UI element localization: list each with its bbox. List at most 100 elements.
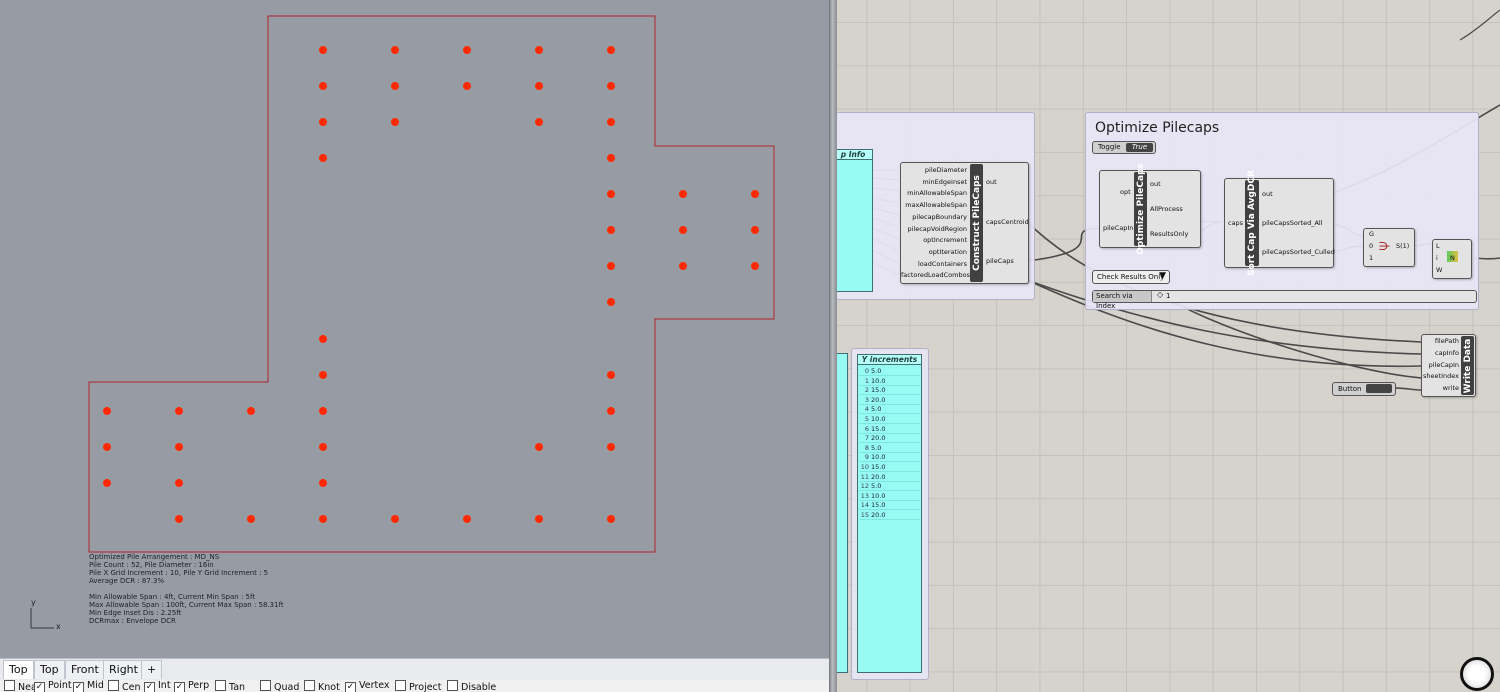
pile-marker bbox=[679, 190, 687, 198]
checkbox-icon[interactable]: ✓ bbox=[174, 682, 185, 692]
snap-tan[interactable]: Tan bbox=[215, 680, 245, 692]
output-results-only[interactable]: ResultsOnly bbox=[1150, 230, 1188, 238]
toggle-value[interactable]: True bbox=[1126, 143, 1153, 152]
input-i[interactable]: i bbox=[1436, 254, 1438, 262]
snap-label: Vertex bbox=[359, 680, 390, 691]
output-out[interactable]: out bbox=[1262, 190, 1273, 198]
snap-knot[interactable]: Knot bbox=[304, 680, 340, 692]
output-sorted-culled[interactable]: pileCapsSorted_Culled bbox=[1262, 248, 1335, 256]
snap-cen[interactable]: Cen bbox=[108, 680, 141, 692]
rhino-viewport[interactable]: Optimized Pile Arrangement : MD_NS Pile … bbox=[0, 0, 829, 692]
checkbox-icon[interactable] bbox=[304, 680, 315, 691]
snap-project[interactable]: Project bbox=[395, 680, 442, 692]
output-out[interactable]: out bbox=[986, 178, 997, 186]
input-write[interactable]: write bbox=[1422, 384, 1459, 392]
write-data-component[interactable]: filePath capInfo pileCapIn sheetIndex wr… bbox=[1421, 334, 1476, 397]
checkbox-icon[interactable] bbox=[4, 680, 15, 691]
optimize-pilecaps-component[interactable]: opt pileCapIn Optimize PileCaps out AllP… bbox=[1099, 163, 1201, 255]
add-tab-button[interactable]: + bbox=[141, 660, 163, 679]
tab-front[interactable]: Front bbox=[65, 660, 105, 679]
gate-component[interactable]: G 0 1 ⋺ S(1) bbox=[1363, 228, 1415, 267]
pile-marker bbox=[535, 443, 543, 451]
pile-marker bbox=[751, 190, 759, 198]
snap-point[interactable]: ✓ Point bbox=[34, 680, 72, 692]
pile-marker bbox=[391, 46, 399, 54]
input-max-allowable-span[interactable]: maxAllowableSpan bbox=[901, 201, 967, 209]
slider-handle-icon[interactable]: ◇ bbox=[1157, 290, 1163, 300]
search-index-slider[interactable]: Search via Index ◇ 1 bbox=[1092, 290, 1477, 310]
checkbox-icon[interactable] bbox=[215, 680, 226, 691]
output-pile-caps[interactable]: pileCaps bbox=[986, 257, 1014, 265]
input-factored-load-combos[interactable]: factoredLoadCombos bbox=[901, 271, 970, 279]
snap-label: Mid bbox=[87, 680, 104, 691]
check-results-dropdown[interactable]: Check Results Only ▼ bbox=[1092, 270, 1170, 284]
pile-marker bbox=[391, 515, 399, 523]
input-pilecap-in[interactable]: pileCapIn bbox=[1422, 361, 1459, 369]
checkbox-icon[interactable] bbox=[260, 680, 271, 691]
output-caps-centroid[interactable]: capsCentroid bbox=[986, 218, 1029, 226]
input-cap-info[interactable]: capInfo bbox=[1422, 349, 1459, 357]
info-panel[interactable]: p Info bbox=[837, 149, 873, 292]
button-control[interactable]: Button bbox=[1332, 382, 1396, 396]
pile-marker bbox=[319, 443, 327, 451]
toggle-control[interactable]: Toggle True bbox=[1092, 141, 1156, 154]
input-file-path[interactable]: filePath bbox=[1422, 337, 1459, 345]
input-1[interactable]: 1 bbox=[1369, 254, 1373, 262]
input-w[interactable]: W bbox=[1436, 266, 1442, 274]
pile-marker bbox=[607, 82, 615, 90]
pile-marker bbox=[319, 407, 327, 415]
tab-top-2[interactable]: Top bbox=[34, 660, 65, 679]
info-line: Average DCR : 87.3% bbox=[89, 577, 165, 585]
input-pilecap-void-region[interactable]: pilecapVoidRegion bbox=[901, 225, 967, 233]
snap-vertex[interactable]: ✓ Vertex bbox=[345, 680, 390, 692]
snap-disable[interactable]: Disable bbox=[447, 680, 496, 692]
input-pile-diameter[interactable]: pileDiameter bbox=[901, 166, 967, 174]
input-opt-iteration[interactable]: optIteration bbox=[901, 248, 967, 256]
button-face[interactable] bbox=[1366, 384, 1392, 393]
grasshopper-canvas[interactable]: Optimize Pilecaps p Info pileDiameter min… bbox=[837, 0, 1500, 692]
input-caps[interactable]: caps bbox=[1228, 219, 1243, 227]
panel-row: 0 5.0 bbox=[859, 367, 920, 376]
checkbox-icon[interactable]: ✓ bbox=[73, 682, 84, 692]
checkbox-icon[interactable] bbox=[447, 680, 458, 691]
input-sheet-index[interactable]: sheetIndex bbox=[1422, 372, 1459, 380]
checkbox-icon[interactable]: ✓ bbox=[34, 682, 45, 692]
output-out[interactable]: out bbox=[1150, 180, 1161, 188]
input-0[interactable]: 0 bbox=[1369, 242, 1373, 250]
checkbox-icon[interactable] bbox=[395, 680, 406, 691]
tab-top[interactable]: Top bbox=[3, 660, 34, 679]
output-sorted-all[interactable]: pileCapsSorted_All bbox=[1262, 219, 1323, 227]
input-l[interactable]: L bbox=[1436, 242, 1440, 250]
list-item-value: N bbox=[1450, 254, 1455, 262]
group-title: Optimize Pilecaps bbox=[1095, 120, 1220, 136]
snap-perp[interactable]: ✓ Perp bbox=[174, 680, 209, 692]
snap-mid[interactable]: ✓ Mid bbox=[73, 680, 104, 692]
checkbox-icon[interactable] bbox=[108, 680, 119, 691]
input-opt[interactable]: opt bbox=[1120, 188, 1131, 196]
pile-marker bbox=[607, 371, 615, 379]
pile-marker bbox=[247, 407, 255, 415]
checkbox-icon[interactable]: ✓ bbox=[144, 682, 155, 692]
y-increments-panel[interactable]: Y increments 0 5.0 1 10.0 2 15.0 3 20.0 4 5.0 5 10.… bbox=[857, 354, 922, 673]
output-all-process[interactable]: AllProcess bbox=[1150, 205, 1183, 213]
navigation-ring-icon[interactable] bbox=[1460, 657, 1494, 691]
tab-right[interactable]: Right bbox=[103, 660, 144, 679]
input-g[interactable]: G bbox=[1369, 230, 1374, 238]
pile-marker bbox=[463, 46, 471, 54]
input-pilecap-boundary[interactable]: pilecapBoundary bbox=[901, 213, 967, 221]
sort-cap-component[interactable]: caps Sort Cap Via AvgDCR out pileCapsSor… bbox=[1224, 170, 1335, 276]
construct-pilecaps-component[interactable]: pileDiameter minEdgeInset minAllowableSpan… bbox=[900, 162, 1029, 284]
x-increments-panel[interactable] bbox=[837, 353, 848, 673]
input-pilecap-in[interactable]: pileCapIn bbox=[1103, 224, 1133, 232]
gate-output[interactable]: S(1) bbox=[1396, 242, 1409, 250]
list-item-component[interactable]: L i W N bbox=[1432, 239, 1472, 279]
checkbox-icon[interactable]: ✓ bbox=[345, 682, 356, 692]
snap-quad[interactable]: Quad bbox=[260, 680, 299, 692]
splitter[interactable] bbox=[829, 0, 837, 692]
snap-int[interactable]: ✓ Int bbox=[144, 680, 171, 692]
input-load-containers[interactable]: loadContainers bbox=[901, 260, 967, 268]
input-min-allowable-span[interactable]: minAllowableSpan bbox=[901, 189, 967, 197]
input-opt-increment[interactable]: optIncrement bbox=[901, 236, 967, 244]
chevron-down-icon[interactable]: ▼ bbox=[1159, 271, 1166, 281]
input-min-edge-inset[interactable]: minEdgeInset bbox=[901, 178, 967, 186]
